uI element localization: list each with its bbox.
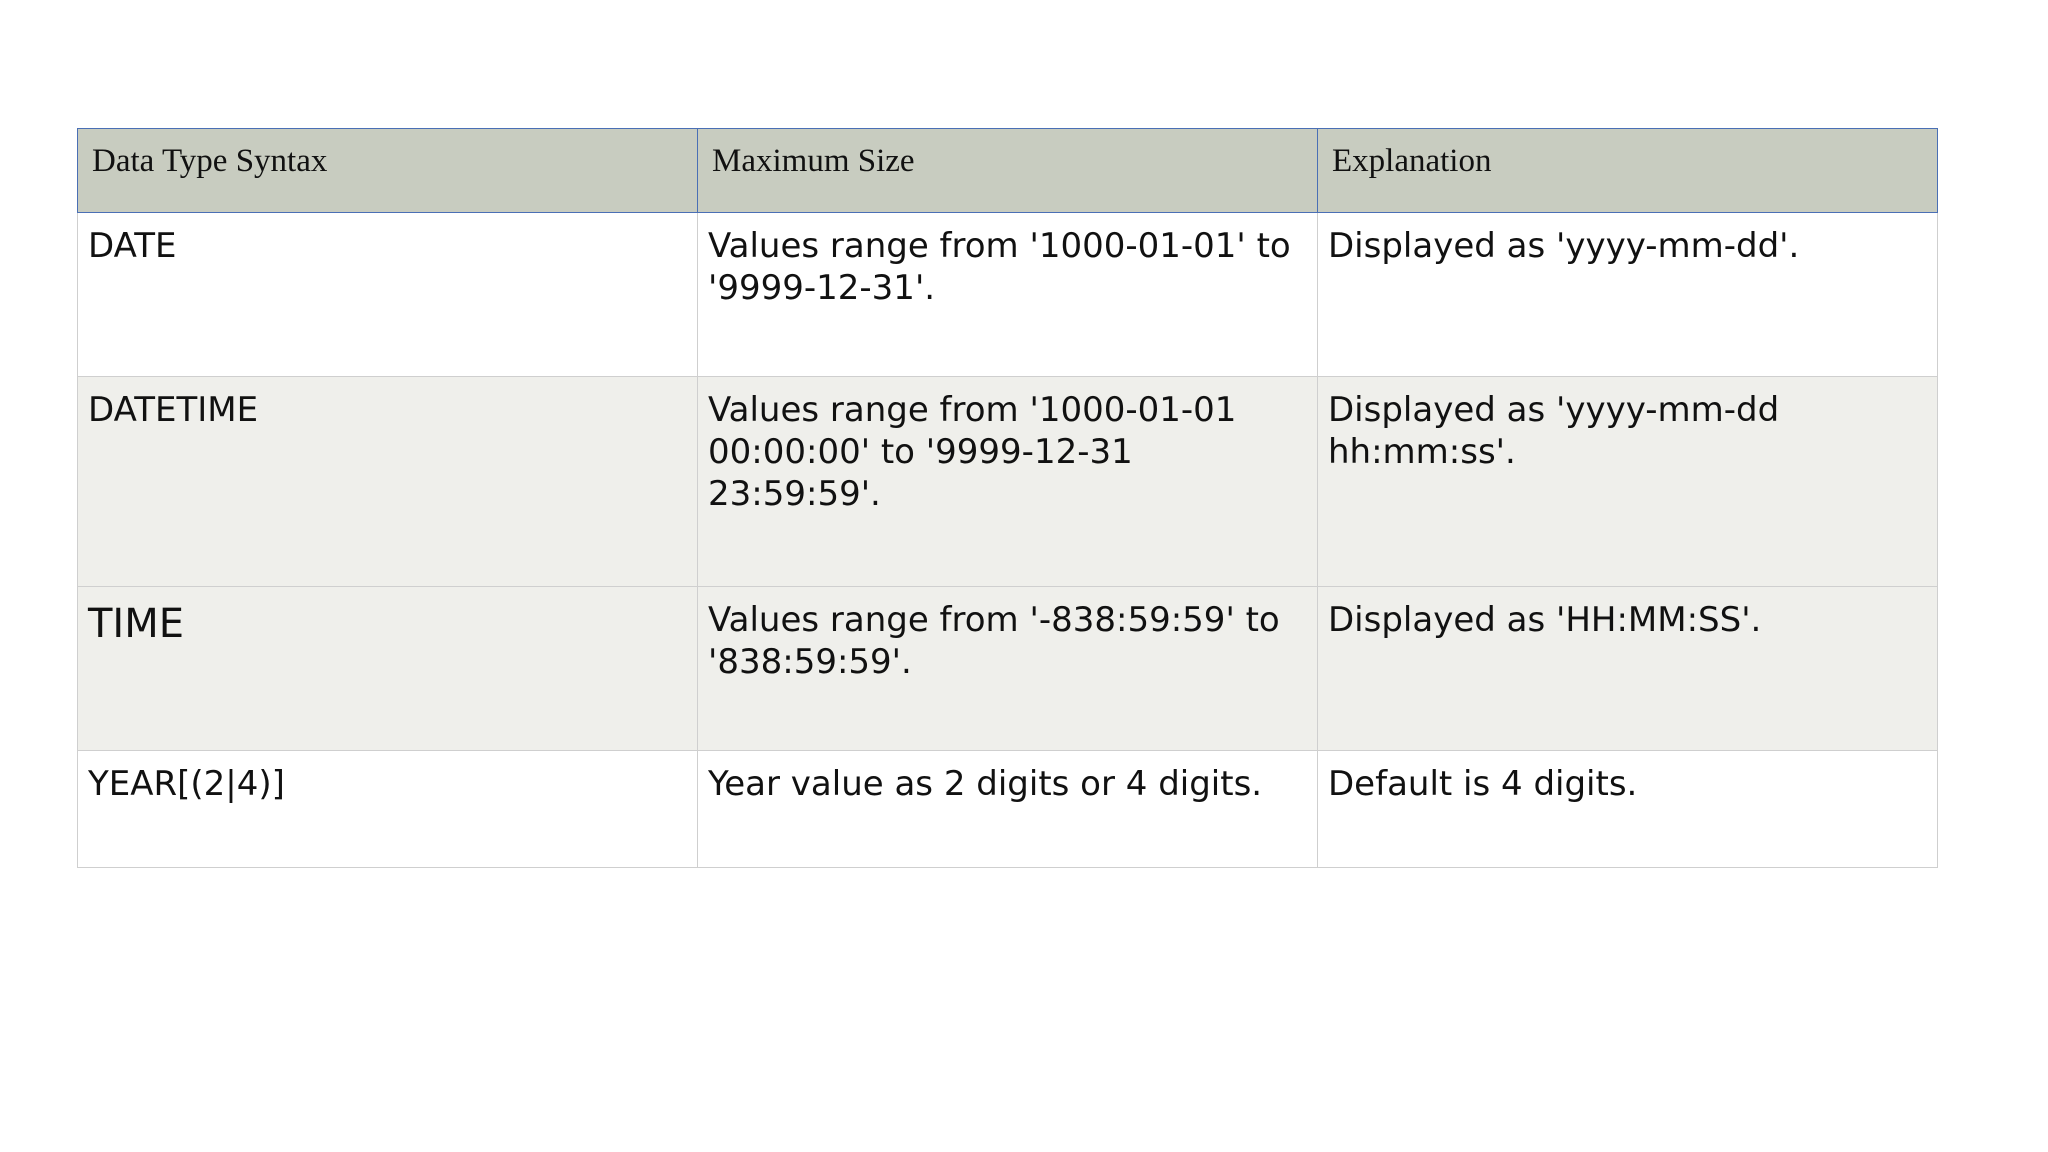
data-types-table: Data Type Syntax Maximum Size Explanatio… xyxy=(77,128,1938,868)
cell-data-type: YEAR[(2|4)] xyxy=(77,750,698,868)
header-maximum-size: Maximum Size xyxy=(697,128,1318,213)
cell-maximum-size: Values range from '1000-01-01' to '9999-… xyxy=(697,212,1318,377)
cell-data-type: TIME xyxy=(77,586,698,751)
cell-explanation: Displayed as 'yyyy-mm-dd hh:mm:ss'. xyxy=(1317,376,1938,587)
cell-explanation: Displayed as 'HH:MM:SS'. xyxy=(1317,586,1938,751)
table-row: YEAR[(2|4)] Year value as 2 digits or 4 … xyxy=(77,750,1938,868)
table-row: DATETIME Values range from '1000-01-01 0… xyxy=(77,376,1938,587)
cell-explanation: Displayed as 'yyyy-mm-dd'. xyxy=(1317,212,1938,377)
table-row: DATE Values range from '1000-01-01' to '… xyxy=(77,212,1938,377)
cell-data-type: DATETIME xyxy=(77,376,698,587)
table-row: TIME Values range from '-838:59:59' to '… xyxy=(77,586,1938,751)
table-header-row: Data Type Syntax Maximum Size Explanatio… xyxy=(77,128,1938,213)
header-explanation: Explanation xyxy=(1317,128,1938,213)
cell-data-type: DATE xyxy=(77,212,698,377)
slide-page: Data Type Syntax Maximum Size Explanatio… xyxy=(0,0,2048,1152)
cell-maximum-size: Values range from '1000-01-01 00:00:00' … xyxy=(697,376,1318,587)
cell-maximum-size: Values range from '-838:59:59' to '838:5… xyxy=(697,586,1318,751)
cell-explanation: Default is 4 digits. xyxy=(1317,750,1938,868)
cell-maximum-size: Year value as 2 digits or 4 digits. xyxy=(697,750,1318,868)
header-data-type-syntax: Data Type Syntax xyxy=(77,128,698,213)
